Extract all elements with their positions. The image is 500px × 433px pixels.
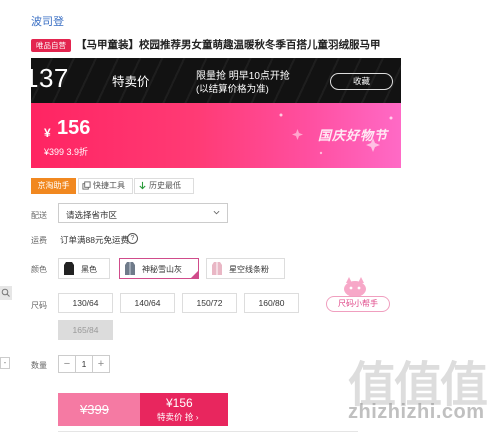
search-icon [1,288,10,297]
promo-price: 156 [57,117,91,139]
buy-cta-label: 特卖价 抢 › [157,412,199,422]
festival-logo: 国庆好物节 [318,128,389,143]
deal-price: 137 [24,63,69,93]
increase-button[interactable]: + [93,356,109,372]
size-label: 尺码 [31,301,47,310]
black-vest-thumbnail [64,262,74,275]
free-shipping-text: 订单满88元免运费 [60,235,129,245]
watermark-site: zhizhizhi.com [348,401,485,423]
copy-icon [82,181,91,190]
side-collapse-button[interactable]: - [0,357,10,369]
currency-symbol: ¥ [13,76,21,91]
selected-corner-mark [190,270,199,279]
buy-price: ¥156 [166,396,193,410]
presale-note: (以结算价格为准) [196,84,269,95]
quick-tools-label: 快捷工具 [93,181,125,190]
color-label: 颜色 [31,265,47,274]
size-option[interactable]: 140/64 [120,293,175,313]
original-price: ¥399 [80,402,109,417]
color-option-label: 黑色 [81,265,97,274]
deal-price-label: 特卖价 [112,75,150,89]
help-icon[interactable]: ? [127,233,138,244]
presale-notice: 限量抢 明早10点开抢 [196,71,290,82]
size-helper-button[interactable]: 尺码小帮手 [326,296,390,312]
product-title: 【马甲童装】校园推荐男女童萌趣温暖秋冬季百搭儿童羽绒服马甲 [76,39,381,51]
brand-link[interactable]: 波司登 [31,13,64,29]
shipping-label: 运费 [31,236,47,245]
self-operated-badge: 唯品自营 [31,39,71,52]
size-option-disabled: 165/84 [58,320,113,340]
price-history-label: 历史最低 [149,181,181,190]
chevron-down-icon [213,210,220,215]
original-price-discount: ¥399 3.9折 [44,147,89,157]
decrease-button[interactable]: − [59,356,75,372]
quantity-label: 数量 [31,361,47,370]
size-option[interactable]: 150/72 [182,293,237,313]
delivery-label: 配送 [31,211,47,220]
color-option-pink[interactable]: 星空线条粉 [206,258,285,279]
gray-vest-thumbnail [125,262,135,275]
promo-currency: ¥ [44,126,51,140]
divider [58,431,358,432]
color-option-label: 神秘雪山灰 [142,265,182,274]
quick-tools-button[interactable]: 快捷工具 [78,178,133,194]
color-option-gray[interactable]: 神秘雪山灰 [119,258,199,279]
helper-tab[interactable]: 京淘助手 [31,178,76,194]
color-option-label: 星空线条粉 [229,265,269,274]
quantity-input[interactable]: 1 [75,356,93,372]
color-option-black[interactable]: 黑色 [58,258,110,279]
down-arrow-icon [139,181,146,190]
size-option[interactable]: 160/80 [244,293,299,313]
region-select-value: 请选择省市区 [66,210,118,220]
side-search-tab[interactable] [0,286,12,300]
pink-vest-thumbnail [212,262,222,275]
collect-button[interactable]: 收藏 [330,73,393,90]
price-history-button[interactable]: 历史最低 [134,178,194,194]
size-option[interactable]: 130/64 [58,293,113,313]
